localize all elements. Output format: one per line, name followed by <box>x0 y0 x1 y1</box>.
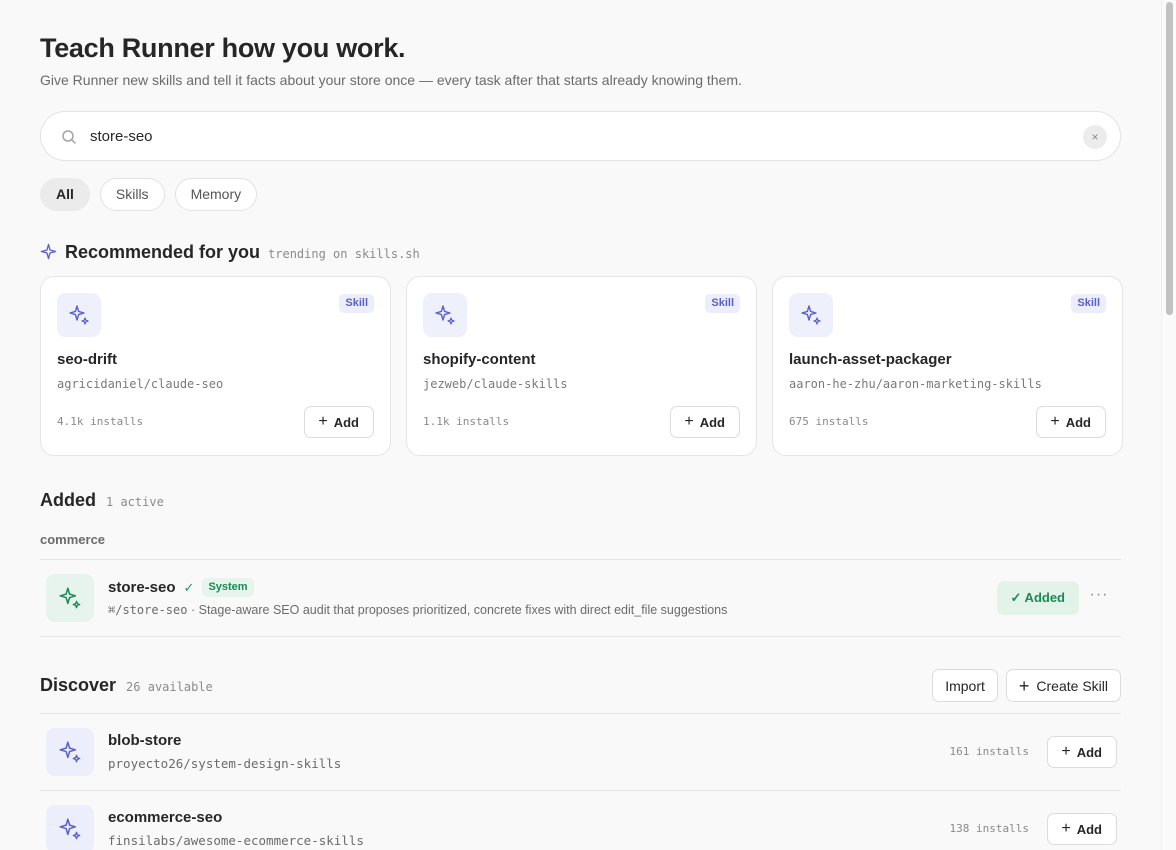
scrollbar-thumb[interactable] <box>1166 2 1173 315</box>
skill-description-line: ⌘/store-seo · Stage-aware SEO audit that… <box>108 603 727 617</box>
skill-name: launch-asset-packager <box>789 351 952 368</box>
plus-icon: + <box>684 413 694 430</box>
filter-skills[interactable]: Skills <box>99 178 165 211</box>
group-label: commerce <box>40 532 106 547</box>
skill-name: seo-drift <box>57 351 117 368</box>
search-bar: × <box>40 111 1121 161</box>
skill-icon <box>57 293 101 337</box>
add-button[interactable]: + Add <box>1036 406 1106 438</box>
plus-icon: + <box>1018 675 1030 696</box>
skill-repo: jezweb/claude-skills <box>423 377 568 391</box>
plus-icon: + <box>1061 820 1071 837</box>
sparkle-icon <box>40 243 57 260</box>
skill-name: store-seo <box>108 579 176 596</box>
skill-badge: Skill <box>705 294 740 313</box>
added-skill-row[interactable]: store-seo ✓ System ⌘/store-seo · Stage-a… <box>40 560 1121 636</box>
skill-installs: 1.1k installs <box>423 415 510 428</box>
add-label: Add <box>1076 744 1102 760</box>
discover-count: 26 available <box>126 680 213 694</box>
add-button[interactable]: + Add <box>1047 813 1117 845</box>
skill-icon <box>46 728 94 776</box>
add-button[interactable]: + Add <box>670 406 740 438</box>
skill-command: ⌘/store-seo <box>108 603 188 617</box>
discover-skill-row[interactable]: ecommerce-seo finsilabs/awesome-ecommerc… <box>40 791 1121 850</box>
plus-icon: + <box>1050 413 1060 430</box>
skill-name-line: store-seo ✓ System <box>108 578 254 597</box>
added-status-button[interactable]: ✓ Added <box>996 581 1079 615</box>
discover-title: Discover <box>40 675 117 695</box>
add-label: Add <box>333 414 359 430</box>
skill-repo: proyecto26/system-design-skills <box>108 756 342 771</box>
discover-actions: Import + Create Skill <box>932 669 1121 702</box>
added-header: Added 1 active <box>40 490 164 511</box>
added-count: 1 active <box>106 495 164 509</box>
recommended-header: Recommended for you trending on skills.s… <box>40 241 420 263</box>
search-icon <box>62 130 76 144</box>
add-label: Add <box>1076 821 1102 837</box>
skill-badge: Skill <box>339 294 374 313</box>
add-button[interactable]: + Add <box>1047 736 1117 768</box>
page-subtitle: Give Runner new skills and tell it facts… <box>40 72 742 88</box>
skill-repo: aaron-he-zhu/aaron-marketing-skills <box>789 377 1042 391</box>
recommended-subtitle: trending on skills.sh <box>268 247 420 261</box>
divider <box>40 636 1121 637</box>
skill-repo: finsilabs/awesome-ecommerce-skills <box>108 833 364 848</box>
recommended-cards: Skill seo-drift agricidaniel/claude-seo … <box>40 276 1123 456</box>
create-skill-button[interactable]: + Create Skill <box>1005 669 1121 702</box>
more-options-icon[interactable]: ··· <box>1089 584 1109 608</box>
filter-memory[interactable]: Memory <box>174 178 258 211</box>
skill-repo: agricidaniel/claude-seo <box>57 377 224 391</box>
skill-card[interactable]: Skill launch-asset-packager aaron-he-zhu… <box>772 276 1123 456</box>
skill-installs: 161 installs <box>949 745 1029 758</box>
skill-name: ecommerce-seo <box>108 809 223 826</box>
recommended-title: Recommended for you <box>65 242 261 262</box>
skill-installs: 138 installs <box>949 822 1029 835</box>
skill-name: blob-store <box>108 732 182 749</box>
create-skill-label: Create Skill <box>1036 677 1108 694</box>
add-label: Add <box>1065 414 1091 430</box>
filter-all[interactable]: All <box>40 178 90 211</box>
add-button[interactable]: + Add <box>304 406 374 438</box>
search-input[interactable] <box>90 124 1050 148</box>
plus-icon: + <box>1061 743 1071 760</box>
separator: · <box>190 603 196 617</box>
import-button[interactable]: Import <box>932 669 998 702</box>
skill-icon <box>789 293 833 337</box>
skill-icon <box>423 293 467 337</box>
filter-tabs: All Skills Memory <box>40 178 258 211</box>
skill-description: Stage-aware SEO audit that proposes prio… <box>198 603 728 617</box>
add-label: Add <box>699 414 725 430</box>
discover-skill-row[interactable]: blob-store proyecto26/system-design-skil… <box>40 714 1121 790</box>
added-title: Added <box>40 490 96 510</box>
plus-icon: + <box>318 413 328 430</box>
skill-name: shopify-content <box>423 351 536 368</box>
check-icon: ✓ <box>183 579 195 595</box>
discover-header: Discover 26 available <box>40 675 213 696</box>
skill-card[interactable]: Skill shopify-content jezweb/claude-skil… <box>406 276 757 456</box>
skill-installs: 4.1k installs <box>57 415 144 428</box>
page-title: Teach Runner how you work. <box>40 33 406 63</box>
skill-installs: 675 installs <box>789 415 869 428</box>
skill-card[interactable]: Skill seo-drift agricidaniel/claude-seo … <box>40 276 391 456</box>
system-badge: System <box>202 578 254 597</box>
clear-search-button[interactable]: × <box>1083 125 1107 149</box>
skill-icon <box>46 574 94 622</box>
skill-icon <box>46 805 94 850</box>
skill-badge: Skill <box>1071 294 1106 313</box>
vertical-scrollbar[interactable] <box>1161 0 1176 850</box>
